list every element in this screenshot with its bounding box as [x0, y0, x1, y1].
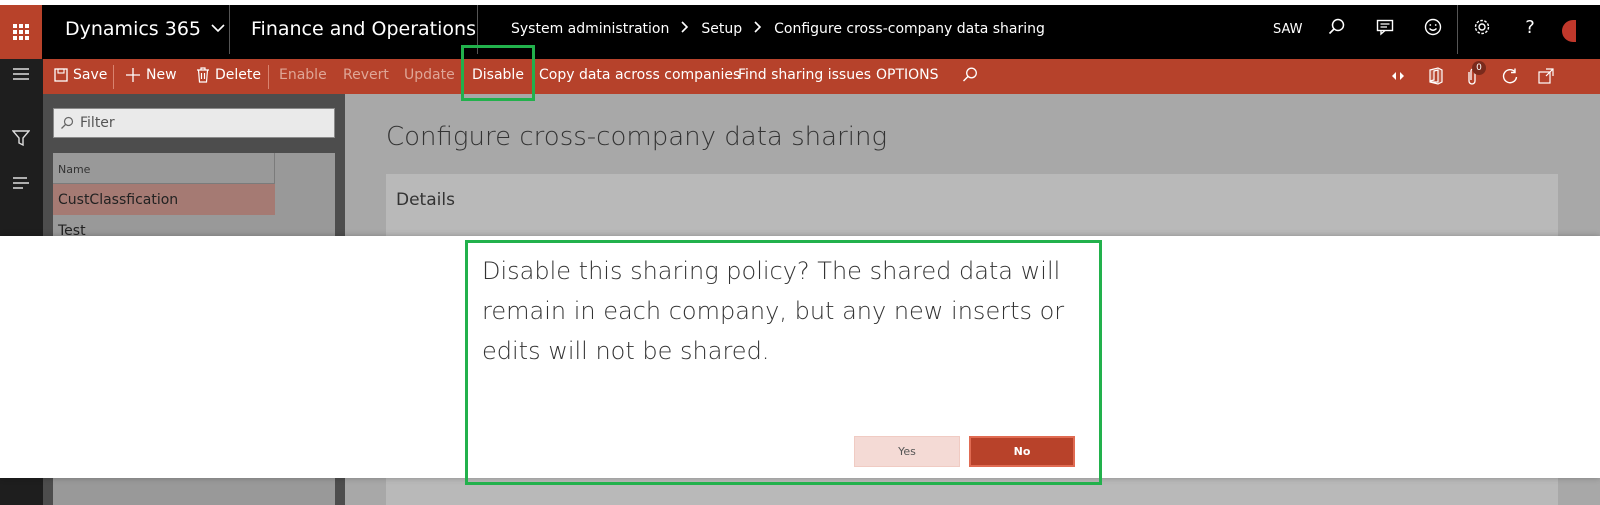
- find-sharing-issues-button[interactable]: Find sharing issues: [738, 67, 871, 83]
- divider: [268, 65, 269, 89]
- copy-data-label: Copy data across companies: [539, 67, 741, 83]
- refresh-icon[interactable]: [1501, 67, 1519, 85]
- top-navigation-bar: Dynamics 365 Finance and Operations Syst…: [0, 0, 1600, 59]
- search-icon: [61, 116, 74, 129]
- attachment-count-badge: 0: [1472, 61, 1486, 75]
- yes-button[interactable]: Yes: [854, 436, 960, 467]
- save-icon: [54, 68, 68, 82]
- chevron-down-icon: [211, 21, 225, 37]
- new-label: New: [146, 67, 177, 83]
- list-view-icon[interactable]: [10, 172, 32, 194]
- divider: [229, 5, 230, 54]
- hamburger-menu-icon[interactable]: [10, 63, 32, 85]
- enable-label: Enable: [279, 67, 327, 83]
- company-picker[interactable]: SAW: [1273, 22, 1303, 37]
- divider: [113, 65, 114, 89]
- trash-icon: [197, 67, 209, 83]
- details-label: Details: [396, 190, 455, 210]
- save-button[interactable]: Save: [54, 67, 107, 83]
- action-pane: Save New Delete Enable Revert Update Dis…: [43, 59, 1600, 94]
- action-search-icon[interactable]: [962, 67, 978, 83]
- top-edge-strip: [0, 0, 1600, 5]
- open-in-new-window-icon[interactable]: [1538, 68, 1554, 84]
- chevron-right-icon: [754, 21, 762, 37]
- save-label: Save: [73, 67, 108, 83]
- list-item[interactable]: CustClassfication: [53, 184, 275, 215]
- find-sharing-issues-label: Find sharing issues: [738, 67, 871, 83]
- help-icon[interactable]: ?: [1519, 16, 1541, 38]
- no-button[interactable]: No: [969, 436, 1075, 467]
- revert-button[interactable]: Revert: [343, 67, 389, 83]
- update-label: Update: [404, 67, 455, 83]
- connect-icon[interactable]: [1391, 69, 1405, 83]
- plus-icon: [126, 68, 140, 82]
- filter-placeholder: Filter: [80, 115, 115, 131]
- avatar[interactable]: [1562, 20, 1576, 42]
- delete-label: Delete: [215, 67, 261, 83]
- update-button[interactable]: Update: [404, 67, 455, 83]
- brand-menu[interactable]: Dynamics 365: [65, 18, 225, 40]
- smiley-icon[interactable]: [1422, 16, 1444, 38]
- gear-icon[interactable]: [1471, 16, 1493, 38]
- breadcrumb-item[interactable]: Setup: [701, 21, 742, 37]
- brand-label: Dynamics 365: [65, 18, 201, 40]
- page-title: Configure cross-company data sharing: [386, 122, 888, 152]
- chevron-right-icon: [681, 21, 689, 37]
- enable-button[interactable]: Enable: [279, 67, 327, 83]
- search-icon[interactable]: [1326, 16, 1348, 38]
- highlight-box: [461, 45, 535, 101]
- office-icon[interactable]: [1429, 67, 1443, 85]
- revert-label: Revert: [343, 67, 389, 83]
- divider: [1457, 5, 1458, 54]
- options-label: OPTIONS: [876, 67, 939, 83]
- new-button[interactable]: New: [125, 67, 177, 83]
- app-name: Finance and Operations: [251, 18, 476, 40]
- dialog-message: Disable this sharing policy? The shared …: [482, 257, 1065, 365]
- message-icon[interactable]: [1374, 16, 1396, 38]
- breadcrumb-item[interactable]: System administration: [511, 21, 669, 37]
- copy-data-button[interactable]: Copy data across companies: [539, 67, 740, 83]
- waffle-icon[interactable]: [0, 5, 42, 59]
- breadcrumb: System administration Setup Configure cr…: [511, 21, 1045, 37]
- options-tab[interactable]: OPTIONS: [876, 67, 939, 83]
- delete-button[interactable]: Delete: [196, 67, 261, 83]
- column-header-name[interactable]: Name: [53, 153, 275, 184]
- filter-icon[interactable]: [10, 127, 32, 149]
- breadcrumb-item[interactable]: Configure cross-company data sharing: [774, 21, 1045, 37]
- filter-input[interactable]: Filter: [53, 108, 335, 138]
